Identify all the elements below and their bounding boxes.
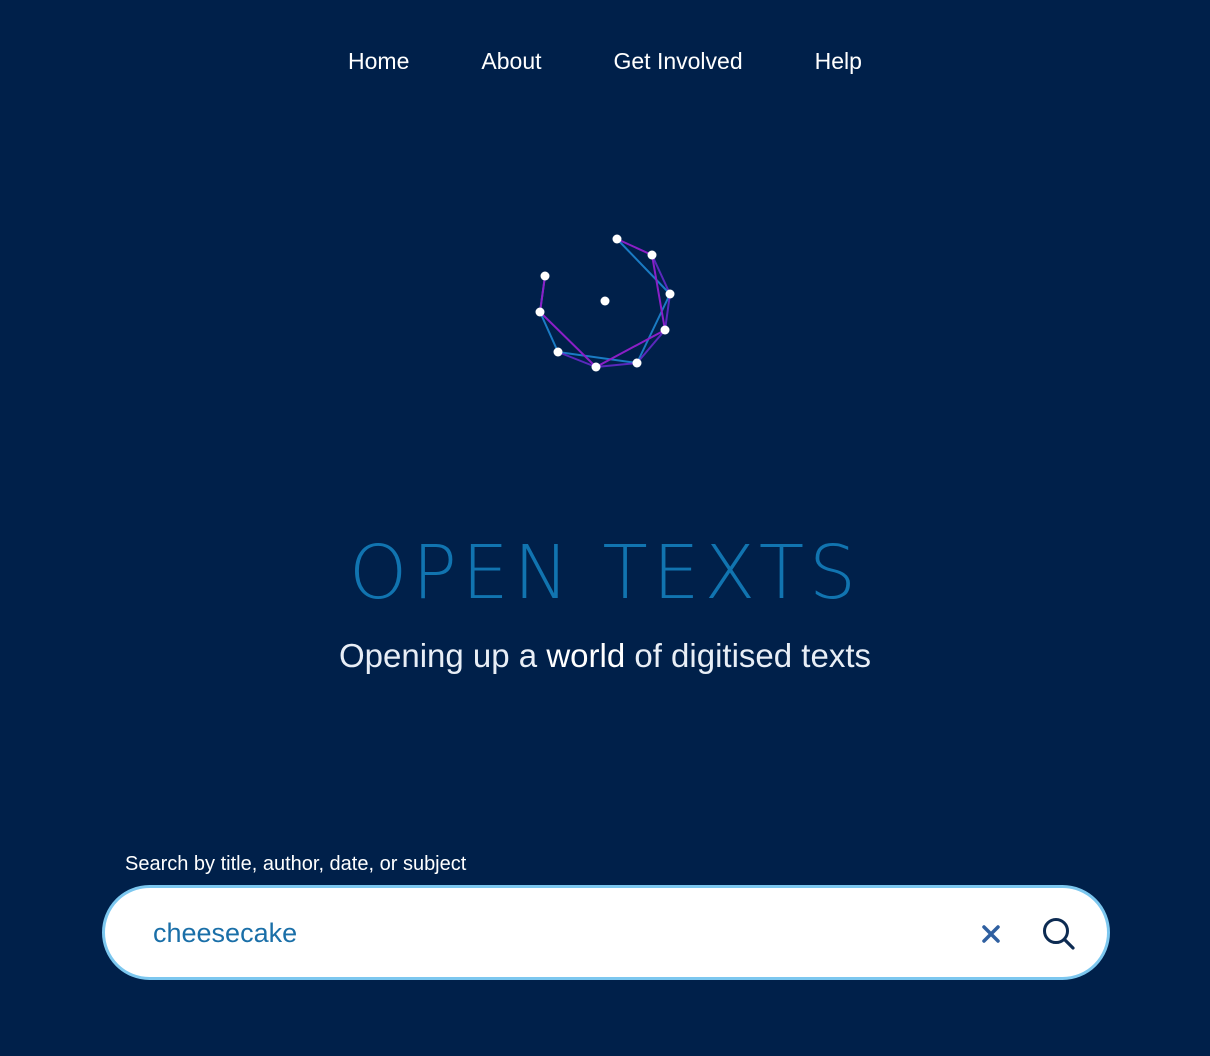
nav-help-link[interactable]: Help <box>815 44 862 78</box>
tagline-after: of digitised texts <box>625 637 871 674</box>
tagline-emphasis: world <box>546 637 626 674</box>
network-logo-icon <box>535 234 675 372</box>
search-submit-button[interactable] <box>1037 912 1081 956</box>
nav-get-involved-link[interactable]: Get Involved <box>614 44 743 78</box>
search-icon <box>1043 918 1075 950</box>
site-title-text: OPEN TEXTS <box>348 530 862 616</box>
nav-home-link[interactable]: Home <box>348 44 409 78</box>
page: Home About Get Involved Help OPEN TEXTS … <box>0 0 1210 1056</box>
close-icon <box>982 925 1000 943</box>
search-input[interactable] <box>153 910 933 956</box>
tagline: Opening up a world of digitised texts <box>0 634 1210 678</box>
search-label: Search by title, author, date, or subjec… <box>125 853 467 875</box>
clear-search-button[interactable] <box>973 916 1009 952</box>
site-title: OPEN TEXTS <box>0 527 1210 619</box>
search-bar <box>102 885 1110 980</box>
main-nav: Home About Get Involved Help <box>0 44 1210 78</box>
nav-about-link[interactable]: About <box>481 44 541 78</box>
tagline-before: Opening up a <box>339 637 547 674</box>
